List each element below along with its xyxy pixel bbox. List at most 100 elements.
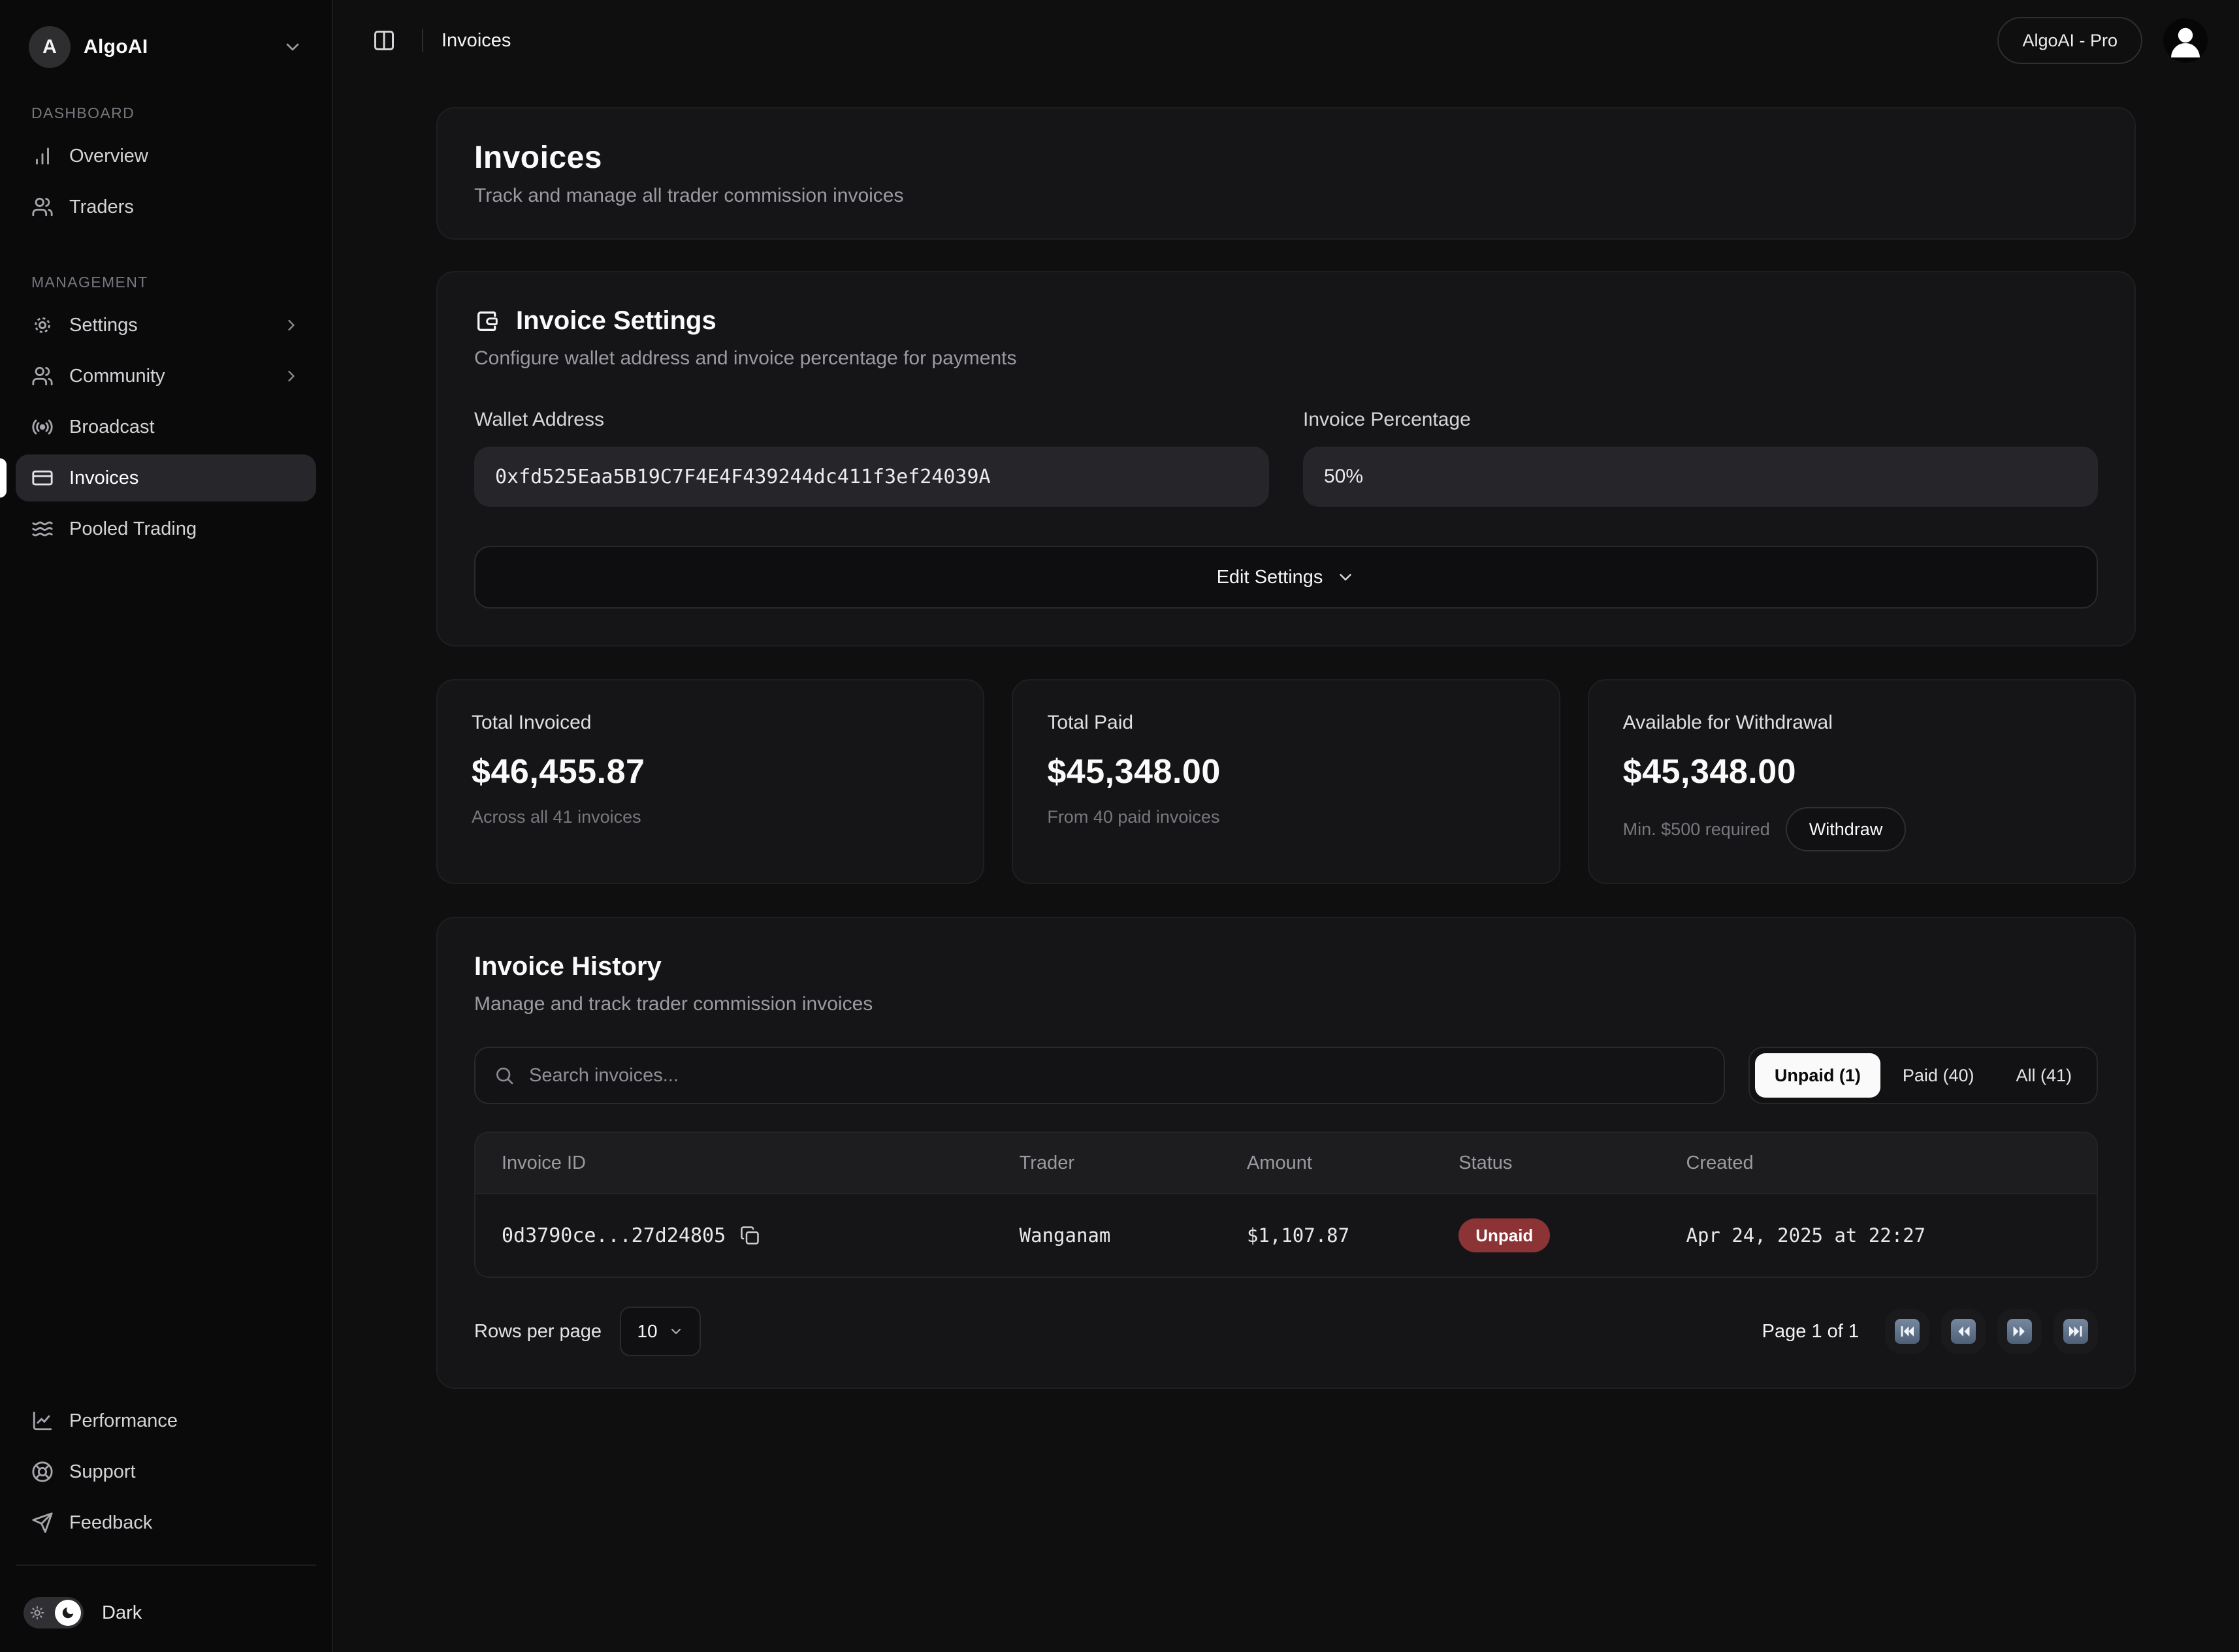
stat-label: Total Invoiced bbox=[472, 712, 949, 734]
wallet-address-field[interactable]: 0xfd525Eaa5B19C7F4E4F439244dc411f3ef2403… bbox=[474, 447, 1269, 507]
sidebar-item-traders[interactable]: Traders bbox=[16, 183, 316, 230]
invoices-table: Invoice ID Trader Amount Status Created … bbox=[474, 1132, 2098, 1278]
sidebar-item-label: Traders bbox=[69, 197, 134, 218]
sidebar-item-invoices[interactable]: Invoices bbox=[16, 454, 316, 501]
stat-value: $46,455.87 bbox=[472, 752, 949, 791]
chevron-down-icon bbox=[1336, 567, 1355, 587]
stat-available-withdrawal: Available for Withdrawal $45,348.00 Min.… bbox=[1588, 679, 2136, 884]
table-row: 0d3790ce...27d24805 Wanganam $1,107.87 U… bbox=[475, 1193, 2097, 1277]
search-input[interactable] bbox=[529, 1065, 1705, 1087]
tab-all[interactable]: All (41) bbox=[1996, 1053, 2091, 1098]
table-footer: Rows per page 10 Page 1 of 1 bbox=[474, 1307, 2098, 1356]
col-amount: Amount bbox=[1247, 1152, 1458, 1174]
waves-icon bbox=[31, 518, 54, 540]
col-status: Status bbox=[1458, 1152, 1686, 1174]
sidebar-toggle-icon[interactable] bbox=[364, 21, 404, 60]
col-created: Created bbox=[1686, 1152, 2070, 1174]
stat-label: Available for Withdrawal bbox=[1623, 712, 2101, 734]
table-header: Invoice ID Trader Amount Status Created bbox=[475, 1133, 2097, 1193]
life-buoy-icon bbox=[31, 1461, 54, 1483]
breadcrumb: Invoices bbox=[442, 30, 511, 52]
settings-subtitle: Configure wallet address and invoice per… bbox=[474, 347, 2098, 370]
invoice-percentage-field[interactable]: 50% bbox=[1303, 447, 2098, 507]
first-page-button[interactable] bbox=[1885, 1309, 1929, 1354]
search-icon bbox=[494, 1065, 515, 1086]
team-switcher[interactable]: A AlgoAI bbox=[16, 13, 316, 81]
percentage-field-group: Invoice Percentage 50% bbox=[1303, 409, 2098, 507]
withdraw-button[interactable]: Withdraw bbox=[1786, 807, 1907, 851]
created-date: Apr 24, 2025 at 22:27 bbox=[1686, 1224, 2070, 1247]
last-page-button[interactable] bbox=[2054, 1309, 2098, 1354]
page-content: Invoices Track and manage all trader com… bbox=[333, 81, 2239, 1652]
divider bbox=[16, 1565, 316, 1566]
next-page-button[interactable] bbox=[1997, 1309, 2042, 1354]
stats-row: Total Invoiced $46,455.87 Across all 41 … bbox=[436, 679, 2136, 884]
stat-subtext: Across all 41 invoices bbox=[472, 807, 641, 827]
stat-value: $45,348.00 bbox=[1623, 752, 2101, 791]
previous-page-button[interactable] bbox=[1941, 1309, 1986, 1354]
trader-name: Wanganam bbox=[1020, 1224, 1247, 1247]
bar-chart-icon bbox=[31, 145, 54, 167]
credit-card-icon bbox=[31, 467, 54, 489]
invoice-percentage-label: Invoice Percentage bbox=[1303, 409, 2098, 431]
sidebar-item-label: Overview bbox=[69, 146, 148, 167]
sidebar-footer: Performance Support Feedback bbox=[16, 1397, 316, 1652]
broadcast-icon bbox=[31, 416, 54, 438]
rows-per-page-select[interactable]: 10 bbox=[620, 1307, 701, 1356]
theme-row: Dark bbox=[16, 1581, 316, 1639]
sidebar-item-community[interactable]: Community bbox=[16, 353, 316, 400]
page-header-card: Invoices Track and manage all trader com… bbox=[436, 107, 2136, 240]
sidebar-item-broadcast[interactable]: Broadcast bbox=[16, 404, 316, 451]
chevron-down-icon bbox=[282, 37, 303, 57]
toggle-knob bbox=[55, 1600, 81, 1626]
plan-button[interactable]: AlgoAI - Pro bbox=[1997, 17, 2142, 64]
topbar: Invoices AlgoAI - Pro bbox=[333, 0, 2239, 81]
edit-settings-label: Edit Settings bbox=[1217, 567, 1323, 588]
sidebar-item-pooled-trading[interactable]: Pooled Trading bbox=[16, 505, 316, 552]
sidebar-item-overview[interactable]: Overview bbox=[16, 133, 316, 180]
stat-subtext: From 40 paid invoices bbox=[1047, 807, 1219, 827]
chevron-right-icon bbox=[282, 316, 300, 334]
edit-settings-button[interactable]: Edit Settings bbox=[474, 546, 2098, 609]
invoice-id: 0d3790ce...27d24805 bbox=[502, 1224, 726, 1247]
rows-per-page-value: 10 bbox=[637, 1321, 657, 1342]
page-subtitle: Track and manage all trader commission i… bbox=[474, 185, 2098, 207]
send-icon bbox=[31, 1512, 54, 1534]
wallet-address-label: Wallet Address bbox=[474, 409, 1269, 431]
sidebar-item-label: Support bbox=[69, 1461, 136, 1483]
stat-subtext: Min. $500 required bbox=[1623, 819, 1770, 840]
history-title: Invoice History bbox=[474, 952, 2098, 981]
wallet-field-group: Wallet Address 0xfd525Eaa5B19C7F4E4F4392… bbox=[474, 409, 1269, 507]
copy-icon[interactable] bbox=[740, 1226, 760, 1245]
sidebar-item-label: Settings bbox=[69, 315, 138, 336]
theme-label: Dark bbox=[102, 1602, 142, 1624]
tab-paid[interactable]: Paid (40) bbox=[1883, 1053, 1994, 1098]
page-info: Page 1 of 1 bbox=[1762, 1321, 1859, 1342]
sidebar: A AlgoAI DASHBOARD Overview Traders MANA… bbox=[0, 0, 333, 1652]
sidebar-item-support[interactable]: Support bbox=[16, 1448, 316, 1495]
dark-mode-toggle[interactable] bbox=[24, 1597, 84, 1628]
stat-value: $45,348.00 bbox=[1047, 752, 1524, 791]
sidebar-item-label: Community bbox=[69, 366, 165, 387]
sidebar-item-label: Broadcast bbox=[69, 417, 155, 438]
user-avatar[interactable] bbox=[2163, 18, 2208, 63]
sidebar-item-label: Performance bbox=[69, 1410, 178, 1432]
col-trader: Trader bbox=[1020, 1152, 1247, 1174]
rows-per-page-label: Rows per page bbox=[474, 1321, 602, 1342]
stat-label: Total Paid bbox=[1047, 712, 1524, 734]
settings-title: Invoice Settings bbox=[516, 306, 717, 336]
sidebar-item-performance[interactable]: Performance bbox=[16, 1397, 316, 1444]
history-subtitle: Manage and track trader commission invoi… bbox=[474, 993, 2098, 1015]
invoice-history-card: Invoice History Manage and track trader … bbox=[436, 917, 2136, 1389]
status-badge: Unpaid bbox=[1458, 1218, 1550, 1252]
sun-icon bbox=[30, 1606, 44, 1620]
chevron-right-icon bbox=[282, 367, 300, 385]
status-filter-tabs: Unpaid (1) Paid (40) All (41) bbox=[1748, 1047, 2098, 1104]
sidebar-item-feedback[interactable]: Feedback bbox=[16, 1499, 316, 1546]
invoice-settings-card: Invoice Settings Configure wallet addres… bbox=[436, 271, 2136, 646]
sidebar-section-dashboard: DASHBOARD bbox=[16, 104, 316, 122]
sidebar-item-settings[interactable]: Settings bbox=[16, 302, 316, 349]
brand-avatar: A bbox=[29, 26, 71, 68]
divider bbox=[422, 29, 423, 52]
tab-unpaid[interactable]: Unpaid (1) bbox=[1755, 1053, 1880, 1098]
